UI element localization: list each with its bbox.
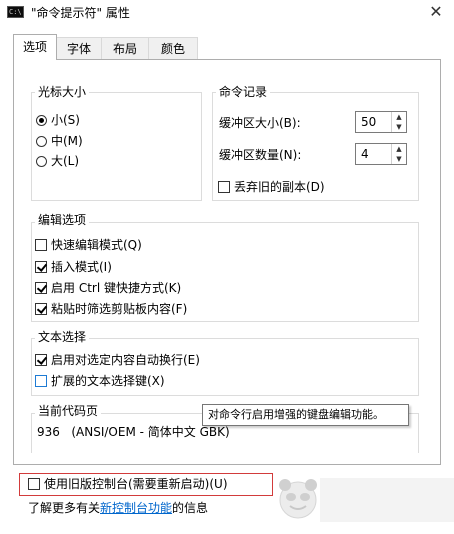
insert-mode-label: 插入模式(I) — [51, 260, 112, 274]
cursor-large-label: 大(L) — [51, 154, 80, 168]
buffer-size-spinner[interactable]: 50 ▲ ▼ — [355, 111, 407, 133]
buffer-size-label: 缓冲区大小(B): — [219, 116, 301, 130]
panda-watermark-icon — [279, 479, 317, 519]
app-icon-text: C:\ — [9, 8, 22, 16]
filter-paste-checkbox[interactable] — [35, 303, 48, 315]
new-console-features-link[interactable]: 新控制台功能 — [100, 501, 172, 515]
spin-up-icon[interactable]: ▲ — [392, 112, 406, 122]
window-title: "命令提示符" 属性 — [31, 6, 130, 20]
edit-options-title: 编辑选项 — [35, 213, 90, 227]
extended-selection-label: 扩展的文本选择键(X) — [51, 374, 165, 388]
codepage-value: 936 (ANSI/OEM - 简体中文 GBK) — [37, 425, 230, 439]
discard-duplicates-checkbox[interactable] — [218, 181, 230, 193]
cursor-large-radio[interactable] — [36, 156, 47, 167]
spin-down-icon[interactable]: ▼ — [392, 154, 406, 164]
learn-more-suffix: 的信息 — [172, 501, 209, 515]
tab-colors[interactable]: 颜色 — [148, 37, 198, 59]
extended-selection-checkbox[interactable] — [35, 375, 47, 387]
command-history-title: 命令记录 — [216, 85, 271, 99]
radio-selected-dot — [39, 118, 44, 123]
buffer-count-spinner[interactable]: 4 ▲ ▼ — [355, 143, 407, 165]
quick-edit-checkbox[interactable] — [35, 239, 47, 251]
ctrl-shortcuts-checkbox[interactable] — [35, 282, 48, 294]
text-selection-title: 文本选择 — [35, 330, 90, 344]
cursor-small-radio[interactable] — [36, 115, 47, 126]
buffer-count-label: 缓冲区数量(N): — [219, 148, 302, 162]
codepage-title: 当前代码页 — [35, 404, 102, 418]
spinner-arrows: ▲ ▼ — [391, 144, 406, 164]
check-mark-icon — [36, 354, 48, 365]
cursor-small-label: 小(S) — [51, 113, 80, 127]
tab-font[interactable]: 字体 — [56, 37, 102, 59]
console-app-icon: C:\ — [7, 6, 24, 18]
filter-paste-label: 粘贴时筛选剪贴板内容(F) — [51, 302, 188, 316]
spinner-arrows: ▲ ▼ — [391, 112, 406, 132]
watermark-strip — [320, 478, 454, 522]
check-mark-icon — [36, 303, 48, 314]
spin-up-icon[interactable]: ▲ — [392, 144, 406, 154]
tab-options[interactable]: 选项 — [13, 34, 57, 60]
buffer-size-value: 50 — [361, 115, 377, 129]
spin-down-icon[interactable]: ▼ — [392, 122, 406, 132]
insert-mode-checkbox[interactable] — [35, 261, 48, 273]
cursor-size-title: 光标大小 — [35, 85, 90, 99]
cursor-medium-label: 中(M) — [51, 134, 83, 148]
check-mark-icon — [36, 261, 48, 272]
quick-edit-label: 快速编辑模式(Q) — [51, 238, 142, 252]
wrap-selection-label: 启用对选定内容自动换行(E) — [51, 353, 200, 367]
close-button[interactable]: ✕ — [418, 0, 454, 24]
legacy-console-label: 使用旧版控制台(需要重新启动)(U) — [44, 477, 228, 491]
learn-more-prefix: 了解更多有关 — [28, 501, 101, 515]
tab-layout[interactable]: 布局 — [101, 37, 149, 59]
learn-more-text: 了解更多有关新控制台功能的信息 — [28, 501, 208, 515]
legacy-console-checkbox[interactable] — [28, 478, 40, 490]
buffer-count-value: 4 — [361, 147, 369, 161]
ctrl-shortcuts-label: 启用 Ctrl 键快捷方式(K) — [51, 281, 182, 295]
discard-duplicates-label: 丢弃旧的副本(D) — [234, 180, 325, 194]
tooltip: 对命令行启用增强的键盘编辑功能。 — [202, 404, 409, 426]
wrap-selection-checkbox[interactable] — [35, 354, 48, 366]
title-bar: C:\ "命令提示符" 属性 ✕ — [0, 0, 454, 26]
cursor-medium-radio[interactable] — [36, 136, 47, 147]
check-mark-icon — [36, 282, 48, 293]
